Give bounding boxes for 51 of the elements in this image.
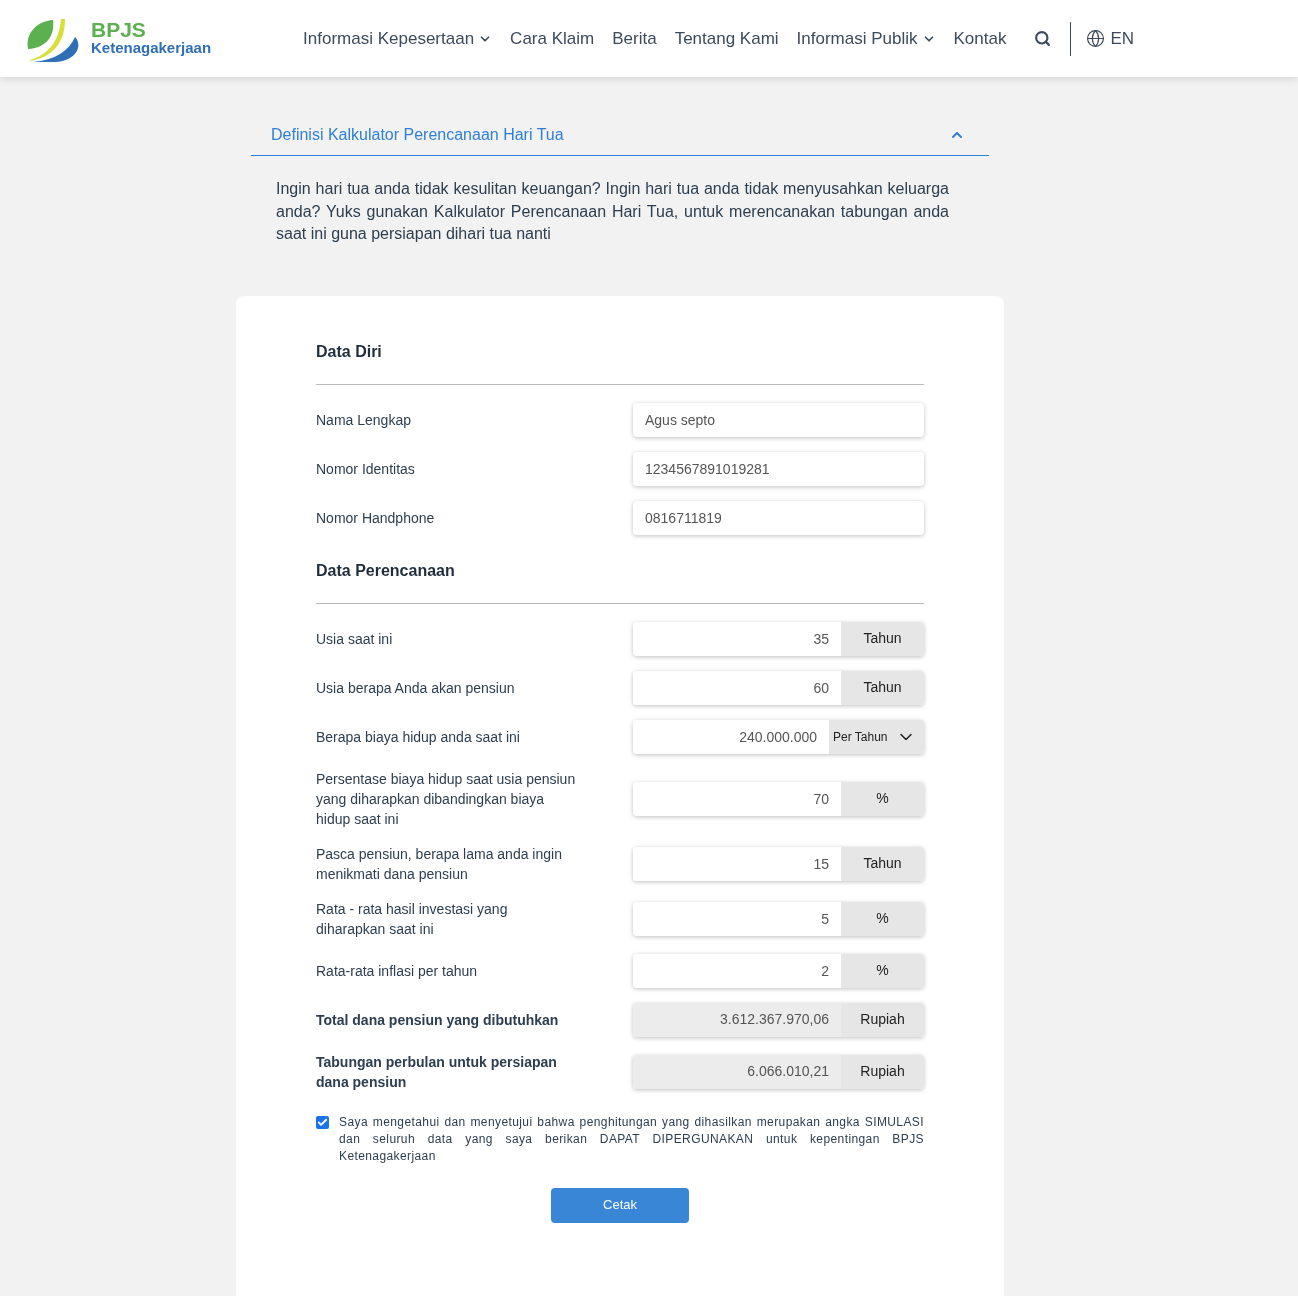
unit-label: % bbox=[841, 901, 924, 936]
input-field[interactable]: 5 bbox=[633, 901, 841, 936]
field-label: Berapa biaya hidup anda saat ini bbox=[316, 727, 521, 747]
field-label: Rata - rata hasil investasi yang diharapkan saat ini bbox=[316, 899, 509, 939]
search-button[interactable] bbox=[1034, 30, 1052, 47]
field-label: Rata-rata inflasi per tahun bbox=[316, 961, 479, 981]
accordion-header[interactable]: Definisi Kalkulator Perencanaan Hari Tua bbox=[251, 114, 989, 156]
consent-text: Saya mengetahui dan menyetujui bahwa penghitungan yang dihasilkan merupakan angka SIMULASI dan seluruh data yang saya berikan DAPAT DIPERGUNAKAN untuk kepentingan BPJS Ketenagakerjaan bbox=[339, 1113, 924, 1165]
input-field[interactable]: 70 bbox=[633, 781, 841, 816]
input-field[interactable]: 1234567891019281 bbox=[633, 451, 924, 486]
field-label: Total dana pensiun yang dibutuhkan bbox=[316, 1010, 560, 1030]
unit-label: % bbox=[841, 953, 924, 988]
unit-label: Tahun bbox=[841, 846, 924, 881]
field-label: Tabungan perbulan untuk persiapan dana pensiun bbox=[316, 1052, 558, 1092]
definition-text: Ingin hari tua anda tidak kesulitan keuangan? Ingin hari tua anda tidak menyusahkan keluarga anda? Yuks gunakan Kalkulator Perencanaan Hari Tua, untuk merencanakan tabungan anda saat ini guna persiapan dihari tua nanti bbox=[275, 179, 950, 244]
period-select[interactable]: Per Tahun bbox=[829, 719, 924, 754]
field-label: Nomor Identitas bbox=[316, 459, 416, 479]
input-field[interactable]: 0816711819 bbox=[633, 500, 924, 535]
globe-icon bbox=[1086, 29, 1106, 48]
section-title: Data Perencanaan bbox=[316, 558, 924, 604]
nav-link[interactable]: Kontak bbox=[953, 25, 1007, 52]
print-button[interactable]: Cetak bbox=[551, 1187, 689, 1223]
unit-label: Tahun bbox=[841, 670, 924, 705]
field-label: Persentase biaya hidup saat usia pensiun yang diharapkan dibandingkan biaya hidup saat ini bbox=[316, 769, 577, 829]
field-label: Pasca pensiun, berapa lama anda ingin menikmati dana pensiun bbox=[316, 844, 563, 884]
unit-label: Rupiah bbox=[841, 1002, 924, 1037]
consent-checkbox[interactable] bbox=[316, 1115, 329, 1129]
input-field[interactable]: 2 bbox=[633, 953, 841, 988]
input-field[interactable]: 60 bbox=[633, 670, 841, 705]
nav-link[interactable]: Informasi Kepesertaan bbox=[303, 25, 493, 52]
unit-label: Tahun bbox=[841, 621, 924, 656]
field-label: Nama Lengkap bbox=[316, 410, 412, 430]
nav-link[interactable]: Tentang Kami bbox=[674, 25, 779, 52]
field-label: Usia saat ini bbox=[316, 629, 394, 649]
input-field[interactable]: 35 bbox=[633, 621, 841, 656]
logo-subtitle: Ketenagakerjaan bbox=[91, 39, 212, 55]
field-label: Nomor Handphone bbox=[316, 508, 436, 528]
unit-label: % bbox=[841, 781, 924, 816]
result-value: 3.612.367.970,06 bbox=[633, 1002, 841, 1037]
nav-link[interactable]: Berita bbox=[612, 25, 657, 52]
nav-link[interactable]: Cara Klaim bbox=[510, 25, 595, 52]
unit-label: Rupiah bbox=[841, 1054, 924, 1089]
logo-name: BPJS bbox=[91, 18, 147, 40]
nav-link[interactable]: Informasi Publik bbox=[796, 25, 936, 52]
section-title: Data Diri bbox=[316, 339, 924, 385]
input-field[interactable]: 240.000.000 bbox=[633, 719, 829, 754]
result-value: 6.066.010,21 bbox=[633, 1054, 841, 1089]
language-button[interactable]: EN bbox=[1086, 25, 1135, 52]
field-label: Usia berapa Anda akan pensiun bbox=[316, 678, 516, 698]
input-field[interactable]: 15 bbox=[633, 846, 841, 881]
input-field[interactable]: Agus septo bbox=[633, 402, 924, 437]
